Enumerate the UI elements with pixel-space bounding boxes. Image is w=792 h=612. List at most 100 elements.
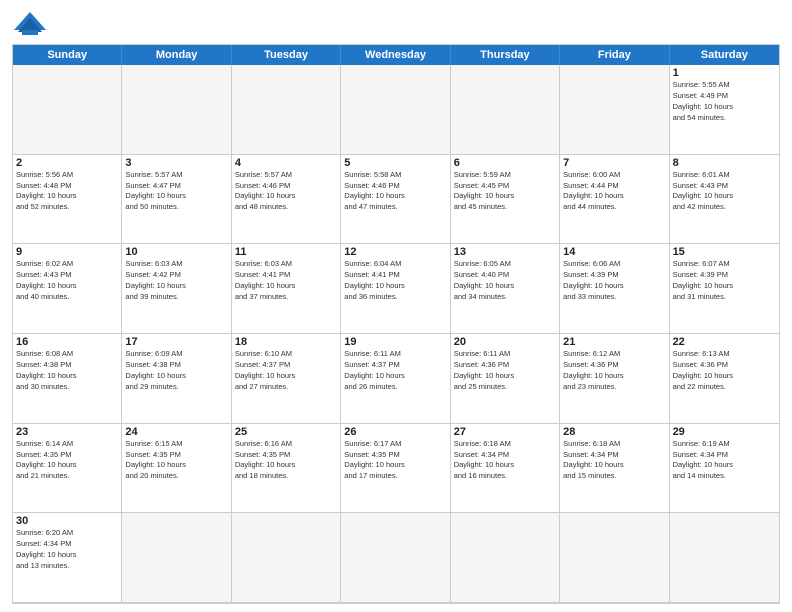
cell-info: Sunrise: 5:59 AM Sunset: 4:45 PM Dayligh… [454,170,556,214]
cell-info: Sunrise: 6:11 AM Sunset: 4:37 PM Dayligh… [344,349,446,393]
cell-number: 9 [16,246,118,258]
cell-number: 7 [563,157,665,169]
calendar-cell: 11Sunrise: 6:03 AM Sunset: 4:41 PM Dayli… [232,244,341,334]
cell-info: Sunrise: 6:02 AM Sunset: 4:43 PM Dayligh… [16,259,118,303]
cell-number: 10 [125,246,227,258]
cell-info: Sunrise: 6:19 AM Sunset: 4:34 PM Dayligh… [673,439,776,483]
calendar-cell [451,65,560,155]
calendar-cell: 27Sunrise: 6:18 AM Sunset: 4:34 PM Dayli… [451,424,560,514]
cell-number: 2 [16,157,118,169]
cell-info: Sunrise: 5:57 AM Sunset: 4:47 PM Dayligh… [125,170,227,214]
cell-info: Sunrise: 6:04 AM Sunset: 4:41 PM Dayligh… [344,259,446,303]
cell-number: 20 [454,336,556,348]
cell-info: Sunrise: 5:56 AM Sunset: 4:48 PM Dayligh… [16,170,118,214]
cell-info: Sunrise: 5:57 AM Sunset: 4:46 PM Dayligh… [235,170,337,214]
cell-number: 11 [235,246,337,258]
calendar-cell: 2Sunrise: 5:56 AM Sunset: 4:48 PM Daylig… [13,155,122,245]
cell-number: 22 [673,336,776,348]
cell-info: Sunrise: 6:15 AM Sunset: 4:35 PM Dayligh… [125,439,227,483]
cell-info: Sunrise: 6:16 AM Sunset: 4:35 PM Dayligh… [235,439,337,483]
calendar-cell: 22Sunrise: 6:13 AM Sunset: 4:36 PM Dayli… [670,334,779,424]
calendar-cell: 15Sunrise: 6:07 AM Sunset: 4:39 PM Dayli… [670,244,779,334]
calendar-cell: 7Sunrise: 6:00 AM Sunset: 4:44 PM Daylig… [560,155,669,245]
cell-number: 18 [235,336,337,348]
logo [12,10,52,38]
day-header-wednesday: Wednesday [341,45,450,65]
cell-info: Sunrise: 6:00 AM Sunset: 4:44 PM Dayligh… [563,170,665,214]
day-header-monday: Monday [122,45,231,65]
cell-number: 16 [16,336,118,348]
calendar-cell: 9Sunrise: 6:02 AM Sunset: 4:43 PM Daylig… [13,244,122,334]
calendar-cell: 6Sunrise: 5:59 AM Sunset: 4:45 PM Daylig… [451,155,560,245]
calendar-cell: 28Sunrise: 6:18 AM Sunset: 4:34 PM Dayli… [560,424,669,514]
calendar-cell: 25Sunrise: 6:16 AM Sunset: 4:35 PM Dayli… [232,424,341,514]
cell-info: Sunrise: 6:18 AM Sunset: 4:34 PM Dayligh… [563,439,665,483]
calendar-cell: 30Sunrise: 6:20 AM Sunset: 4:34 PM Dayli… [13,513,122,603]
cell-number: 30 [16,515,118,527]
calendar-cell: 23Sunrise: 6:14 AM Sunset: 4:35 PM Dayli… [13,424,122,514]
calendar-cell: 5Sunrise: 5:58 AM Sunset: 4:46 PM Daylig… [341,155,450,245]
day-header-thursday: Thursday [451,45,560,65]
calendar-cell [341,513,450,603]
calendar-cell [122,513,231,603]
calendar-cell: 18Sunrise: 6:10 AM Sunset: 4:37 PM Dayli… [232,334,341,424]
cell-number: 17 [125,336,227,348]
cell-info: Sunrise: 5:55 AM Sunset: 4:49 PM Dayligh… [673,80,776,124]
calendar-cell: 10Sunrise: 6:03 AM Sunset: 4:42 PM Dayli… [122,244,231,334]
calendar-cell [13,65,122,155]
calendar-cell: 20Sunrise: 6:11 AM Sunset: 4:36 PM Dayli… [451,334,560,424]
calendar-cell: 13Sunrise: 6:05 AM Sunset: 4:40 PM Dayli… [451,244,560,334]
calendar-cell: 21Sunrise: 6:12 AM Sunset: 4:36 PM Dayli… [560,334,669,424]
calendar-cell: 8Sunrise: 6:01 AM Sunset: 4:43 PM Daylig… [670,155,779,245]
calendar-cell [341,65,450,155]
cell-info: Sunrise: 6:12 AM Sunset: 4:36 PM Dayligh… [563,349,665,393]
cell-info: Sunrise: 6:03 AM Sunset: 4:41 PM Dayligh… [235,259,337,303]
day-header-sunday: Sunday [13,45,122,65]
day-header-friday: Friday [560,45,669,65]
cell-info: Sunrise: 6:17 AM Sunset: 4:35 PM Dayligh… [344,439,446,483]
cell-number: 14 [563,246,665,258]
cell-info: Sunrise: 6:07 AM Sunset: 4:39 PM Dayligh… [673,259,776,303]
logo-icon [12,10,48,38]
cell-number: 25 [235,426,337,438]
day-headers: SundayMondayTuesdayWednesdayThursdayFrid… [13,45,779,65]
cell-info: Sunrise: 6:03 AM Sunset: 4:42 PM Dayligh… [125,259,227,303]
cell-number: 29 [673,426,776,438]
calendar-cell: 14Sunrise: 6:06 AM Sunset: 4:39 PM Dayli… [560,244,669,334]
cell-info: Sunrise: 6:10 AM Sunset: 4:37 PM Dayligh… [235,349,337,393]
calendar-cell: 29Sunrise: 6:19 AM Sunset: 4:34 PM Dayli… [670,424,779,514]
calendar-cell [232,513,341,603]
cell-number: 21 [563,336,665,348]
cell-info: Sunrise: 6:08 AM Sunset: 4:38 PM Dayligh… [16,349,118,393]
header [12,10,780,38]
calendar-cell: 4Sunrise: 5:57 AM Sunset: 4:46 PM Daylig… [232,155,341,245]
cell-info: Sunrise: 6:20 AM Sunset: 4:34 PM Dayligh… [16,528,118,572]
page: SundayMondayTuesdayWednesdayThursdayFrid… [0,0,792,612]
cell-info: Sunrise: 6:18 AM Sunset: 4:34 PM Dayligh… [454,439,556,483]
calendar-cell: 26Sunrise: 6:17 AM Sunset: 4:35 PM Dayli… [341,424,450,514]
cell-number: 27 [454,426,556,438]
cell-info: Sunrise: 5:58 AM Sunset: 4:46 PM Dayligh… [344,170,446,214]
calendar-cell: 1Sunrise: 5:55 AM Sunset: 4:49 PM Daylig… [670,65,779,155]
cell-number: 3 [125,157,227,169]
cell-number: 13 [454,246,556,258]
day-header-tuesday: Tuesday [232,45,341,65]
calendar-cell: 19Sunrise: 6:11 AM Sunset: 4:37 PM Dayli… [341,334,450,424]
calendar-cell [670,513,779,603]
cell-info: Sunrise: 6:11 AM Sunset: 4:36 PM Dayligh… [454,349,556,393]
cell-number: 26 [344,426,446,438]
calendar-cell: 3Sunrise: 5:57 AM Sunset: 4:47 PM Daylig… [122,155,231,245]
calendar-cell [232,65,341,155]
cell-info: Sunrise: 6:05 AM Sunset: 4:40 PM Dayligh… [454,259,556,303]
cell-info: Sunrise: 6:14 AM Sunset: 4:35 PM Dayligh… [16,439,118,483]
cell-info: Sunrise: 6:06 AM Sunset: 4:39 PM Dayligh… [563,259,665,303]
calendar-cell: 24Sunrise: 6:15 AM Sunset: 4:35 PM Dayli… [122,424,231,514]
calendar: SundayMondayTuesdayWednesdayThursdayFrid… [12,44,780,604]
cell-number: 8 [673,157,776,169]
day-header-saturday: Saturday [670,45,779,65]
calendar-cell: 12Sunrise: 6:04 AM Sunset: 4:41 PM Dayli… [341,244,450,334]
cell-number: 24 [125,426,227,438]
cell-number: 4 [235,157,337,169]
calendar-cell: 16Sunrise: 6:08 AM Sunset: 4:38 PM Dayli… [13,334,122,424]
cell-info: Sunrise: 6:09 AM Sunset: 4:38 PM Dayligh… [125,349,227,393]
